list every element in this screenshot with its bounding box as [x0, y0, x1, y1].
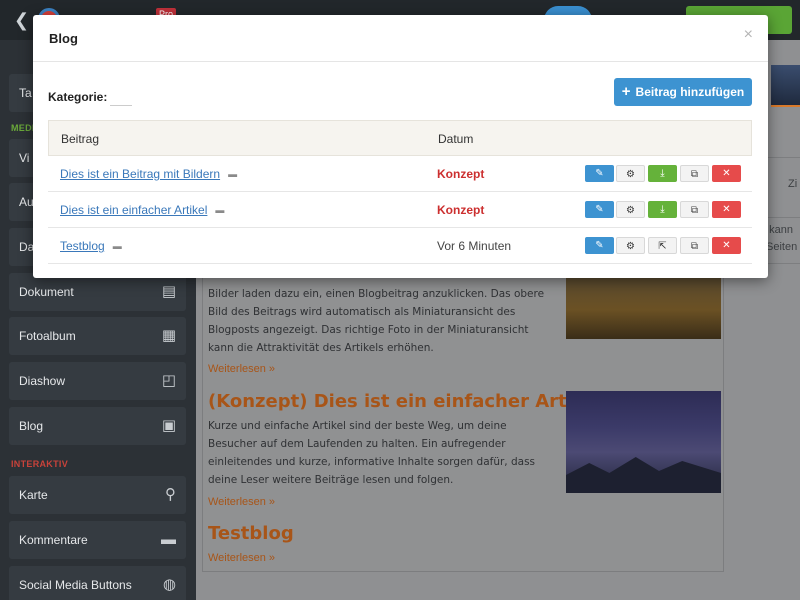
settings-button[interactable]: ⚙	[616, 201, 645, 218]
sidebar-item-karte[interactable]: Karte ⚲	[9, 476, 186, 514]
copy-icon: ⧉	[690, 241, 699, 252]
category-select[interactable]	[110, 88, 132, 106]
publish-icon: ⤓	[660, 168, 665, 179]
comment-icon: ▬	[228, 169, 238, 179]
sidebar-item-label: Ta	[19, 86, 32, 100]
post-title: Testblog	[60, 239, 105, 253]
post-title: Dies ist ein Beitrag mit Bildern	[60, 167, 221, 181]
edit-button[interactable]: ✎	[585, 165, 614, 182]
copy-icon: ⧉	[690, 205, 699, 216]
map-pin-icon: ⚲	[165, 486, 176, 503]
close-icon[interactable]: ×	[744, 26, 753, 44]
sidebar-item-social-media[interactable]: Social Media Buttons ◍	[9, 566, 186, 600]
post-thumbnail-night-sky	[566, 391, 721, 493]
pencil-icon: ✎	[595, 168, 604, 179]
category-label: Kategorie:	[48, 90, 108, 104]
plus-icon: +	[621, 83, 631, 100]
view-post-button[interactable]: ⇱	[648, 237, 677, 254]
modal-title: Blog	[49, 31, 78, 46]
blog-modal: Blog × Kategorie: + Beitrag hinzufügen Be…	[33, 15, 768, 278]
publish-icon: ⤓	[660, 204, 665, 215]
document-icon: ▤	[161, 283, 176, 300]
column-header-post: Beitrag	[61, 132, 100, 146]
gear-icon: ⚙	[626, 241, 635, 252]
sidebar-item-label: Diashow	[19, 374, 66, 388]
gear-icon: ⚙	[626, 205, 635, 216]
close-icon: ✕	[722, 168, 731, 179]
sidebar-item-blog[interactable]: Blog ▣	[9, 407, 186, 445]
post-date: Konzept	[437, 203, 485, 217]
post-excerpt: Kurze und einfache Artikel sind der best…	[208, 420, 536, 486]
duplicate-button[interactable]: ⧉	[680, 165, 709, 182]
post-title-link[interactable]: Testblog ▬	[60, 239, 122, 253]
blog-icon: ▣	[161, 417, 176, 434]
settings-button[interactable]: ⚙	[616, 237, 645, 254]
sidebar-item-fotoalbum[interactable]: Fotoalbum ▦	[9, 317, 186, 355]
post-title: Dies ist ein einfacher Artikel	[60, 203, 208, 217]
sidebar-item-label: Au	[19, 195, 34, 209]
grid-icon: ▦	[161, 327, 176, 344]
sidebar-item-label: Social Media Buttons	[19, 578, 132, 592]
sidebar-item-label: Karte	[19, 488, 48, 502]
delete-button[interactable]: ✕	[712, 237, 741, 254]
copy-icon: ⧉	[690, 169, 699, 180]
sidebar-item-label: Dokument	[19, 285, 74, 299]
delete-button[interactable]: ✕	[712, 201, 741, 218]
read-more-link[interactable]: Weiterlesen »	[208, 363, 275, 375]
publish-button[interactable]: ⤓	[648, 201, 677, 218]
sidebar-item-label: Kommentare	[19, 533, 88, 547]
close-icon: ✕	[722, 204, 731, 215]
comment-icon: ▬	[161, 531, 176, 548]
header-image-strip	[771, 65, 800, 105]
publish-button[interactable]: ⤓	[648, 165, 677, 182]
globe-icon: ◍	[162, 576, 176, 593]
post-heading[interactable]: Testblog	[208, 523, 294, 544]
post-title-link[interactable]: Dies ist ein einfacher Artikel ▬	[60, 203, 224, 217]
post-date: Vor 6 Minuten	[437, 239, 512, 253]
table-header: Beitrag Datum	[48, 120, 752, 156]
edit-button[interactable]: ✎	[585, 201, 614, 218]
divider	[33, 61, 768, 62]
comment-icon: ▬	[112, 241, 122, 251]
sidebar-item-dokument[interactable]: Dokument ▤	[9, 273, 186, 311]
sidebar-item-diashow[interactable]: Diashow ◰	[9, 362, 186, 400]
sidebar-section-interaktiv: INTERAKTIV	[11, 459, 68, 469]
table-row: Dies ist ein Beitrag mit Bildern ▬ Konzep…	[48, 156, 752, 192]
post-heading[interactable]: (Konzept) Dies ist ein einfacher Artikel	[208, 391, 603, 412]
settings-button[interactable]: ⚙	[616, 165, 645, 182]
table-row: Dies ist ein einfacher Artikel ▬ Konzept …	[48, 192, 752, 228]
slideshow-icon: ◰	[161, 372, 176, 389]
pencil-icon: ✎	[595, 204, 604, 215]
close-icon: ✕	[722, 240, 731, 251]
post-date: Konzept	[437, 167, 485, 181]
duplicate-button[interactable]: ⧉	[680, 237, 709, 254]
column-header-date: Datum	[438, 132, 474, 146]
post-excerpt: Bilder laden dazu ein, einen Blogbeitrag…	[208, 288, 545, 354]
edit-button[interactable]: ✎	[585, 237, 614, 254]
duplicate-button[interactable]: ⧉	[680, 201, 709, 218]
sidebar-item-label: Vi	[19, 151, 30, 165]
posts-table: Beitrag Datum Dies ist ein Beitrag mit B…	[48, 120, 752, 264]
add-post-button[interactable]: + Beitrag hinzufügen	[614, 78, 752, 106]
external-link-icon: ⇱	[658, 241, 667, 252]
sidebar-item-label: Blog	[19, 419, 44, 433]
table-row: Testblog ▬ Vor 6 Minuten ✎ ⚙ ⇱ ⧉ ✕	[48, 228, 752, 264]
right-panel-text: Seiten	[766, 241, 798, 253]
comment-icon: ▬	[215, 205, 225, 215]
pencil-icon: ✎	[595, 240, 604, 251]
blog-preview: Bilder laden dazu ein, einen Blogbeitrag…	[202, 240, 724, 572]
sidebar-item-label: Fotoalbum	[19, 329, 76, 343]
add-post-label: Beitrag hinzufügen	[635, 85, 745, 99]
sidebar-item-kommentare[interactable]: Kommentare ▬	[9, 521, 186, 559]
delete-button[interactable]: ✕	[712, 165, 741, 182]
back-arrow-icon[interactable]: ❮	[14, 10, 29, 31]
read-more-link[interactable]: Weiterlesen »	[208, 496, 275, 508]
gear-icon: ⚙	[626, 169, 635, 180]
right-panel-text: Zi	[788, 178, 798, 190]
post-title-link[interactable]: Dies ist ein Beitrag mit Bildern ▬	[60, 167, 237, 181]
read-more-link[interactable]: Weiterlesen »	[208, 552, 275, 564]
